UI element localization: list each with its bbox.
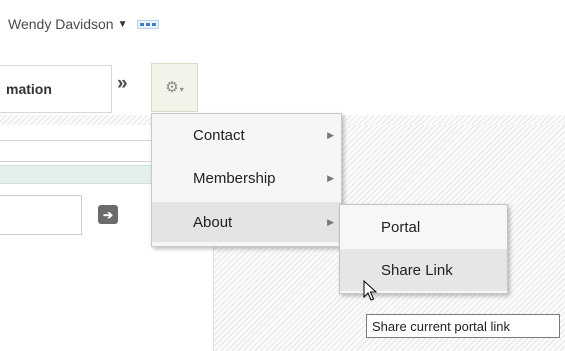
menu-item-membership[interactable]: Membership ▶ (152, 158, 341, 198)
dot (140, 22, 145, 26)
tooltip: Share current portal link (366, 314, 560, 338)
submenu-arrow-icon: ▶ (327, 172, 334, 183)
highlighted-row (0, 165, 152, 184)
submenu-item-label: Portal (381, 218, 421, 236)
dot (152, 22, 157, 26)
caret-down-icon[interactable]: ▼ (118, 19, 128, 30)
gear-dropdown-menu: Contact ▶ Membership ▶ About ▶ (151, 113, 342, 247)
submenu-arrow-icon: ▶ (327, 216, 334, 227)
text-field[interactable] (0, 140, 152, 162)
dot (146, 22, 151, 26)
more-tabs-icon[interactable]: » (117, 73, 127, 95)
submenu-item-portal[interactable]: Portal (340, 206, 507, 248)
menu-item-contact[interactable]: Contact ▶ (152, 115, 341, 155)
arrow-right-icon: ➔ (102, 207, 114, 222)
ellipsis-icon[interactable] (137, 19, 160, 29)
tab-label: mation (6, 81, 52, 97)
gear-icon: ⚙ (165, 79, 179, 96)
gear-menu-button[interactable]: ⚙ ▾ (151, 63, 198, 112)
go-button[interactable]: ➔ (98, 205, 118, 224)
menu-item-about[interactable]: About ▶ (152, 202, 341, 242)
tab-information[interactable]: mation (0, 65, 112, 113)
user-name[interactable]: Wendy Davidson (8, 16, 114, 32)
chevron-down-icon: ▾ (179, 84, 184, 94)
submenu-item-label: Share Link (381, 261, 453, 279)
search-input[interactable] (0, 195, 82, 235)
menu-item-label: About (193, 213, 233, 231)
menu-item-label: Contact (193, 126, 245, 144)
page: Wendy Davidson ▼ mation » ⚙ ▾ ➔ Contact … (0, 0, 565, 351)
menu-item-label: Membership (193, 169, 276, 187)
user-bar: Wendy Davidson ▼ (8, 14, 160, 34)
submenu-arrow-icon: ▶ (327, 129, 334, 140)
mouse-pointer-icon (363, 280, 378, 301)
